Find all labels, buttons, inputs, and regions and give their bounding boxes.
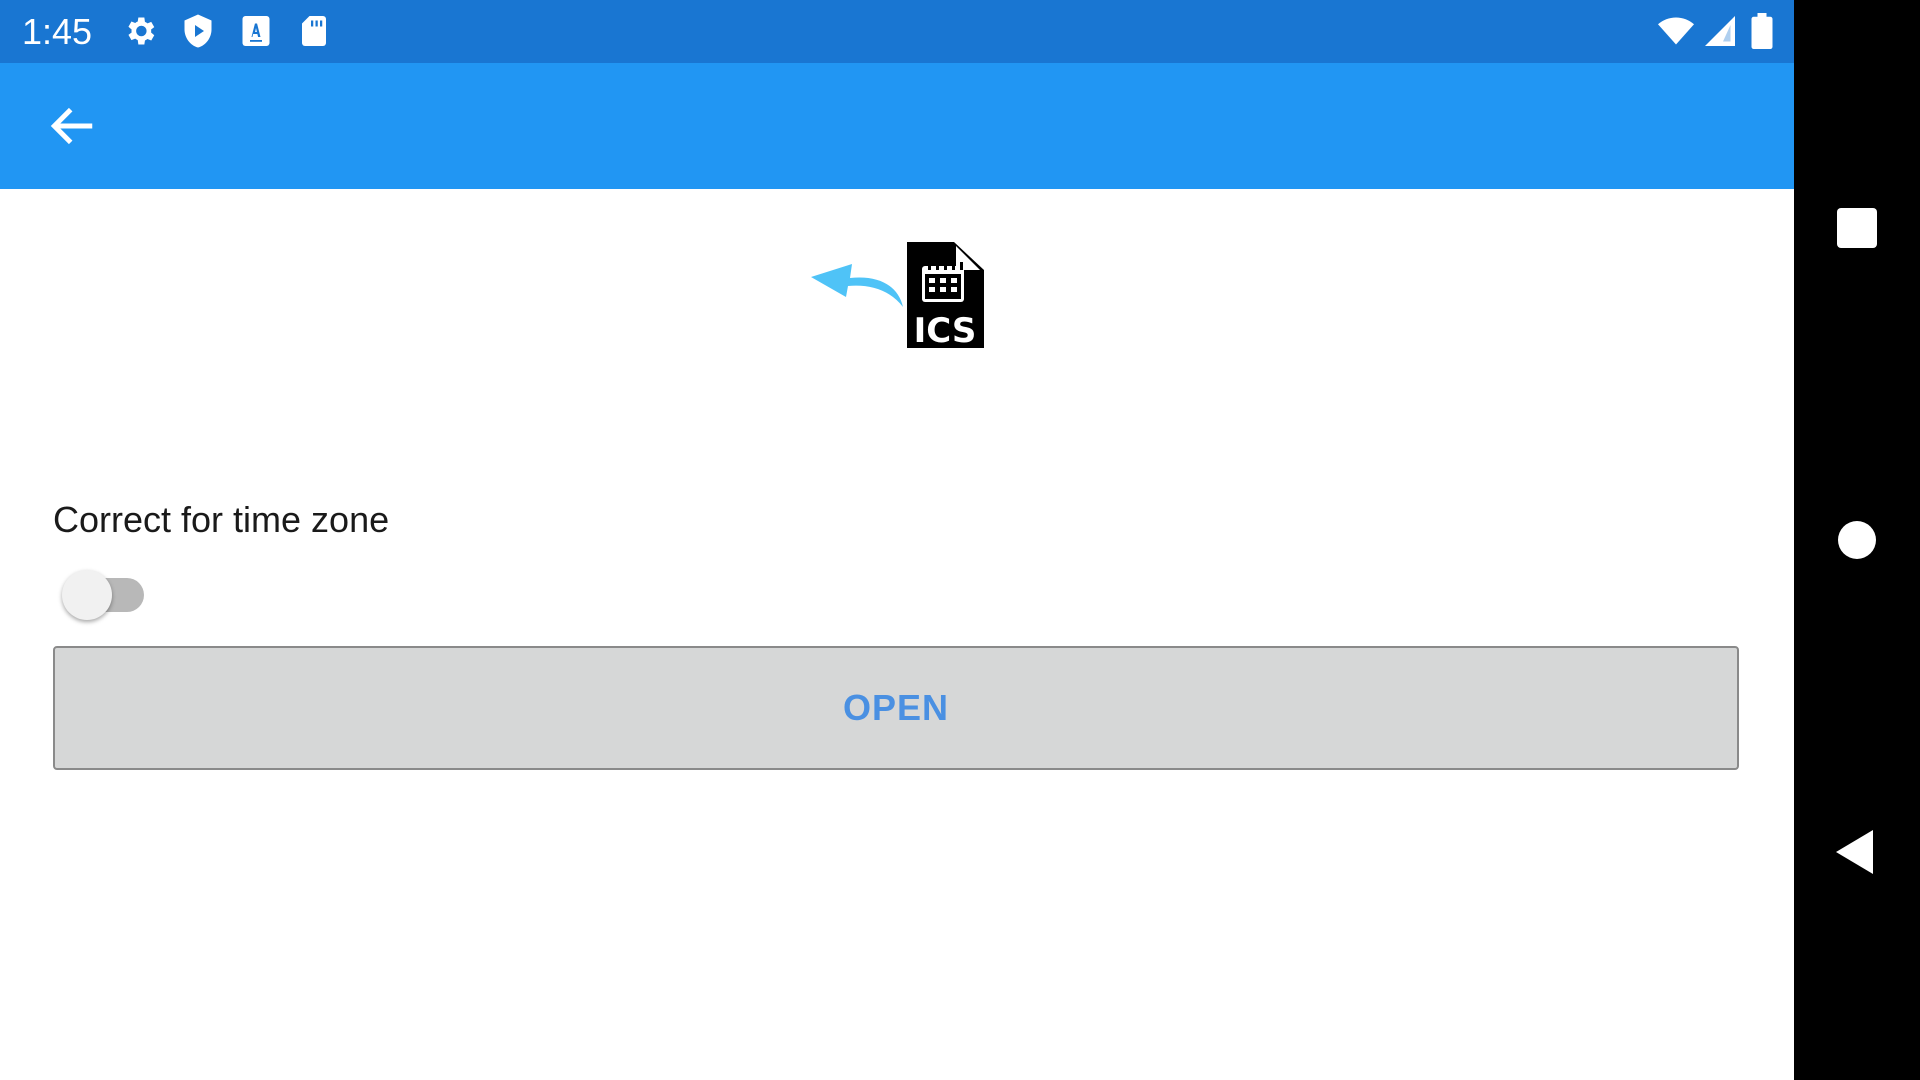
home-button[interactable] [1827, 510, 1887, 570]
back-triangle-icon [1836, 830, 1873, 874]
sd-card-icon [296, 13, 332, 49]
recents-square-icon [1837, 208, 1877, 248]
timezone-label: Correct for time zone [53, 499, 390, 540]
ics-logo-text: ICS [914, 311, 977, 350]
arrow-back-icon [50, 107, 93, 145]
app-window: 1:45 ICS Correct for time zone OPEN [0, 0, 1794, 1080]
ics-import-icon: ICS [808, 240, 984, 350]
screen: 1:45 ICS Correct for time zone OPEN [0, 0, 1920, 1080]
toggle-thumb [62, 570, 112, 620]
battery-icon [1748, 13, 1776, 49]
back-button[interactable] [42, 101, 100, 151]
recents-button[interactable] [1827, 198, 1887, 258]
system-back-button[interactable] [1827, 822, 1887, 882]
open-button-label: OPEN [842, 687, 950, 728]
settings-icon [122, 13, 158, 49]
timezone-toggle[interactable] [60, 566, 152, 622]
navigation-bar [1794, 0, 1920, 1080]
keyboard-a-icon [238, 13, 274, 49]
status-bar: 1:45 [0, 0, 1794, 63]
cell-signal-icon [1702, 13, 1738, 49]
wifi-icon [1656, 13, 1696, 49]
open-button[interactable]: OPEN [53, 646, 1739, 770]
toolbar [0, 63, 1794, 189]
home-circle-icon [1838, 521, 1876, 559]
status-time: 1:45 [22, 11, 93, 52]
play-shield-icon [180, 13, 216, 49]
